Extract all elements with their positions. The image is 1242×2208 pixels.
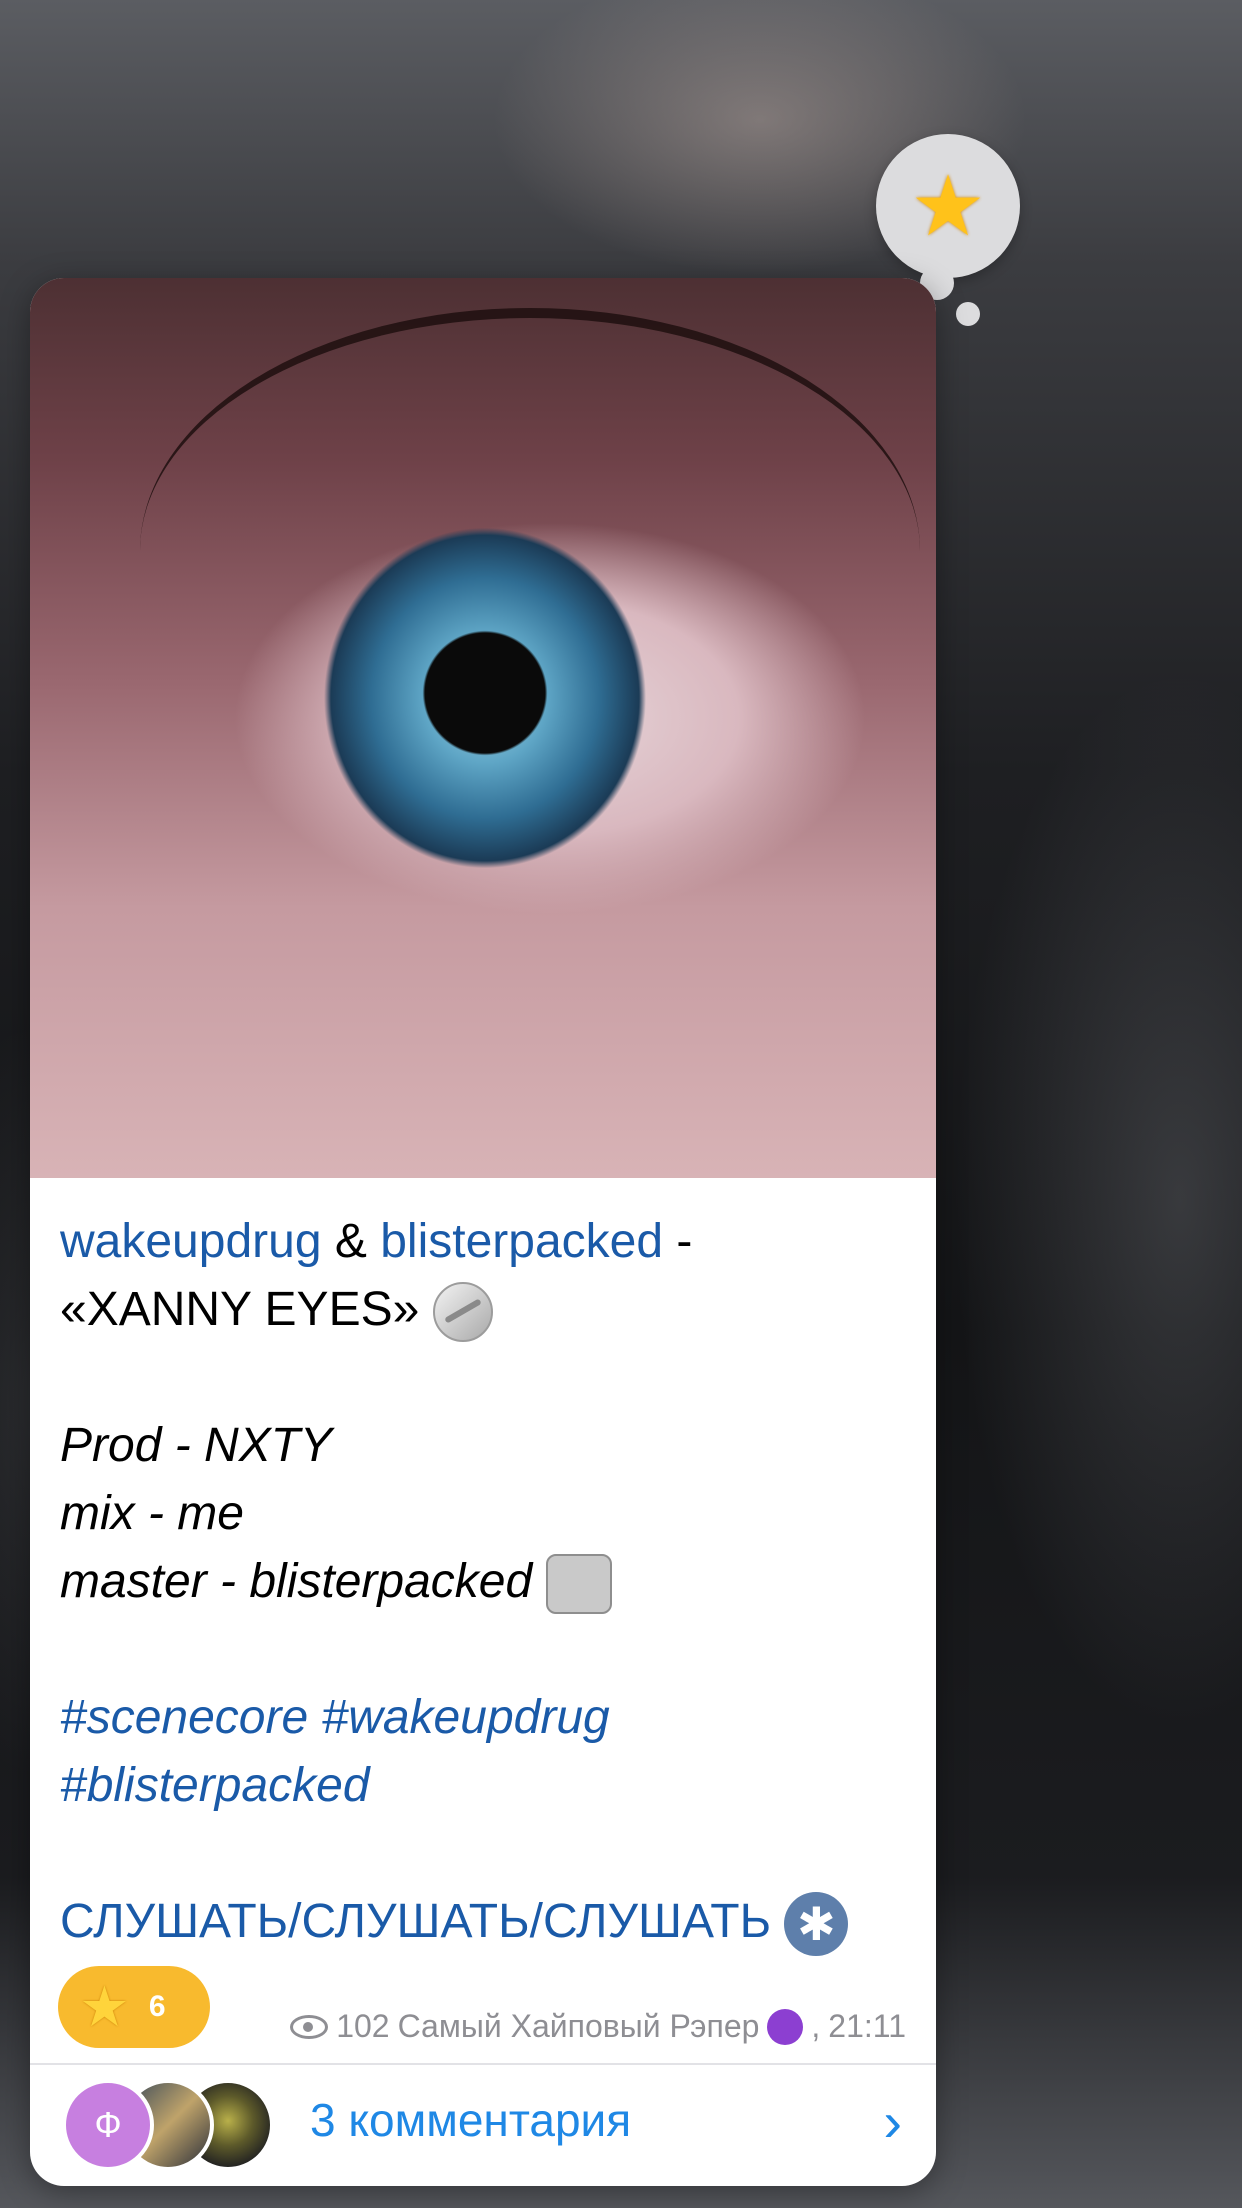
reaction-count: 6 (148, 1990, 166, 2023)
star-reaction-chip[interactable]: ★ 6 (58, 1966, 210, 2048)
post-image[interactable] (30, 278, 936, 1178)
bubble-tail-dot-small (956, 302, 980, 326)
hashtags-line-2[interactable]: #blisterpacked (60, 1752, 920, 1820)
post-time: 21:11 (828, 2008, 906, 2044)
medical-star-icon: ✱ (784, 1892, 849, 1957)
reaction-bubble[interactable]: ★ (876, 134, 1020, 278)
star-icon: ★ (82, 1979, 127, 2035)
comments-count-label[interactable]: 3 комментария (310, 2093, 631, 2147)
author-signature: Самый Хайповый Рэпер (397, 2008, 760, 2044)
artist-link-wakeupdrug[interactable]: wakeupdrug (60, 1215, 322, 1268)
star-icon: ★ (910, 159, 986, 253)
chevron-right-icon: › (883, 2090, 902, 2153)
credit-prod: Prod - NXTY (60, 1419, 333, 1472)
credit-master: master - blisterpacked (60, 1555, 533, 1608)
views-count: 102 (336, 2008, 390, 2044)
listen-link[interactable]: СЛУШАТЬ/СЛУШАТЬ/СЛУШАТЬ (60, 1895, 771, 1948)
post-meta: 102 Самый Хайповый Рэпер , 21:11 (290, 2008, 906, 2045)
channel-post-card[interactable]: wakeupdrug & blisterpacked - «XANNY EYES… (30, 278, 936, 2186)
hashtags-line-1[interactable]: #scenecore #wakeupdrug (60, 1684, 920, 1752)
pill-icon (432, 1282, 493, 1343)
image-eyelid-shape (140, 308, 920, 578)
track-title: «XANNY EYES» (60, 1283, 420, 1336)
views-eye-icon (290, 2014, 329, 2039)
avatar: Ф (62, 2079, 154, 2171)
blister-pack-icon (545, 1554, 612, 1615)
credit-mix: mix - me (60, 1487, 244, 1540)
comments-button[interactable]: Ф 3 комментария › (30, 2065, 936, 2186)
post-caption: wakeupdrug & blisterpacked - «XANNY EYES… (60, 1208, 920, 1957)
devil-emoji-icon (767, 2008, 804, 2045)
artist-link-blisterpacked[interactable]: blisterpacked (380, 1215, 663, 1268)
